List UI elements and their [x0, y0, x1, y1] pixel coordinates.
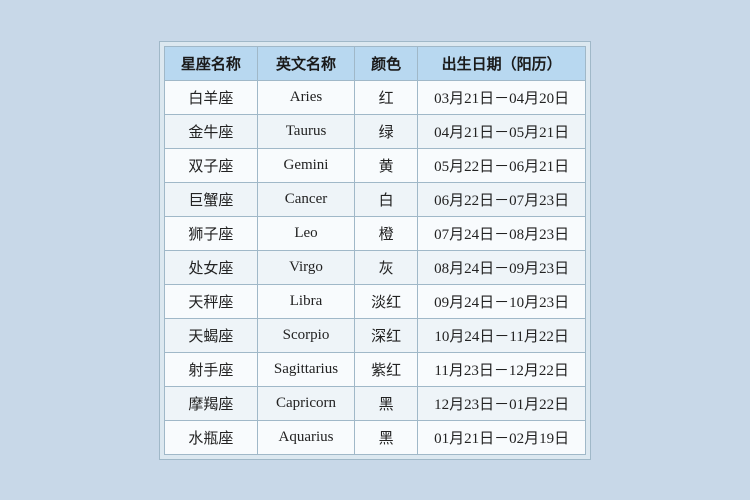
- cell-color: 紫红: [355, 352, 418, 386]
- cell-color: 橙: [355, 216, 418, 250]
- cell-english-name: Scorpio: [257, 318, 354, 352]
- cell-color: 黑: [355, 420, 418, 454]
- cell-chinese-name: 天蝎座: [164, 318, 257, 352]
- header-color: 颜色: [355, 46, 418, 80]
- table-body: 白羊座Aries红03月21日－04月20日金牛座Taurus绿04月21日－0…: [164, 80, 585, 454]
- cell-chinese-name: 巨蟹座: [164, 182, 257, 216]
- cell-dates: 07月24日－08月23日: [418, 216, 586, 250]
- cell-english-name: Capricorn: [257, 386, 354, 420]
- zodiac-table-container: 星座名称 英文名称 颜色 出生日期（阳历） 白羊座Aries红03月21日－04…: [159, 41, 591, 460]
- cell-color: 白: [355, 182, 418, 216]
- header-chinese-name: 星座名称: [164, 46, 257, 80]
- cell-dates: 08月24日－09月23日: [418, 250, 586, 284]
- cell-english-name: Sagittarius: [257, 352, 354, 386]
- cell-chinese-name: 天秤座: [164, 284, 257, 318]
- cell-chinese-name: 双子座: [164, 148, 257, 182]
- table-header-row: 星座名称 英文名称 颜色 出生日期（阳历）: [164, 46, 585, 80]
- cell-color: 绿: [355, 114, 418, 148]
- cell-chinese-name: 摩羯座: [164, 386, 257, 420]
- cell-dates: 12月23日－01月22日: [418, 386, 586, 420]
- table-row: 双子座Gemini黄05月22日－06月21日: [164, 148, 585, 182]
- zodiac-table: 星座名称 英文名称 颜色 出生日期（阳历） 白羊座Aries红03月21日－04…: [164, 46, 586, 455]
- cell-english-name: Aquarius: [257, 420, 354, 454]
- table-row: 天秤座Libra淡红09月24日－10月23日: [164, 284, 585, 318]
- table-row: 射手座Sagittarius紫红11月23日－12月22日: [164, 352, 585, 386]
- cell-chinese-name: 射手座: [164, 352, 257, 386]
- cell-chinese-name: 水瓶座: [164, 420, 257, 454]
- header-english-name: 英文名称: [257, 46, 354, 80]
- cell-english-name: Gemini: [257, 148, 354, 182]
- cell-color: 黑: [355, 386, 418, 420]
- table-row: 天蝎座Scorpio深红10月24日－11月22日: [164, 318, 585, 352]
- cell-color: 淡红: [355, 284, 418, 318]
- cell-dates: 11月23日－12月22日: [418, 352, 586, 386]
- cell-english-name: Libra: [257, 284, 354, 318]
- cell-english-name: Aries: [257, 80, 354, 114]
- table-row: 水瓶座Aquarius黑01月21日－02月19日: [164, 420, 585, 454]
- table-row: 处女座Virgo灰08月24日－09月23日: [164, 250, 585, 284]
- cell-dates: 09月24日－10月23日: [418, 284, 586, 318]
- table-row: 狮子座Leo橙07月24日－08月23日: [164, 216, 585, 250]
- table-row: 巨蟹座Cancer白06月22日－07月23日: [164, 182, 585, 216]
- header-dates: 出生日期（阳历）: [418, 46, 586, 80]
- cell-chinese-name: 白羊座: [164, 80, 257, 114]
- cell-color: 黄: [355, 148, 418, 182]
- cell-color: 灰: [355, 250, 418, 284]
- cell-color: 深红: [355, 318, 418, 352]
- cell-english-name: Cancer: [257, 182, 354, 216]
- table-row: 摩羯座Capricorn黑12月23日－01月22日: [164, 386, 585, 420]
- cell-english-name: Leo: [257, 216, 354, 250]
- cell-chinese-name: 狮子座: [164, 216, 257, 250]
- cell-chinese-name: 处女座: [164, 250, 257, 284]
- cell-dates: 10月24日－11月22日: [418, 318, 586, 352]
- cell-dates: 05月22日－06月21日: [418, 148, 586, 182]
- cell-dates: 01月21日－02月19日: [418, 420, 586, 454]
- cell-chinese-name: 金牛座: [164, 114, 257, 148]
- cell-english-name: Taurus: [257, 114, 354, 148]
- cell-color: 红: [355, 80, 418, 114]
- table-row: 金牛座Taurus绿04月21日－05月21日: [164, 114, 585, 148]
- table-row: 白羊座Aries红03月21日－04月20日: [164, 80, 585, 114]
- cell-english-name: Virgo: [257, 250, 354, 284]
- cell-dates: 06月22日－07月23日: [418, 182, 586, 216]
- cell-dates: 03月21日－04月20日: [418, 80, 586, 114]
- cell-dates: 04月21日－05月21日: [418, 114, 586, 148]
